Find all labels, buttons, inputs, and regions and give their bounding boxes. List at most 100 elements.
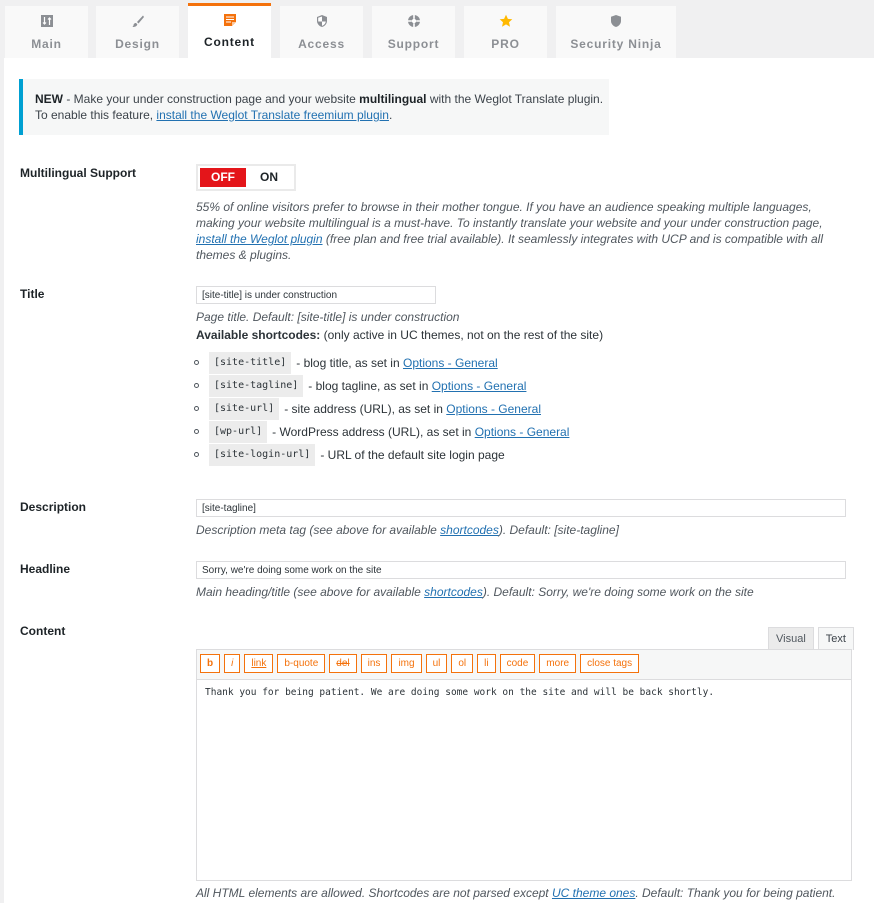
bullet-icon	[194, 452, 199, 457]
shield-solid-icon	[556, 14, 676, 30]
toggle-on-option[interactable]: ON	[246, 168, 292, 187]
multilingual-support-label: Multilingual Support	[20, 166, 136, 180]
lifebuoy-icon	[372, 14, 455, 30]
tab-support[interactable]: Support	[372, 6, 455, 58]
qt-bold-button[interactable]: b	[200, 654, 221, 673]
uc-theme-ones-link[interactable]: UC theme ones	[552, 886, 635, 900]
headline-label: Headline	[20, 562, 71, 576]
shortcodes-heading: Available shortcodes: (only active in UC…	[196, 328, 603, 342]
qt-img-button[interactable]: img	[391, 654, 422, 673]
shortcode-text: - blog title, as set in	[296, 355, 400, 370]
title-label: Title	[20, 287, 45, 301]
tab-pro[interactable]: PRO	[464, 6, 547, 58]
description-help: Description meta tag (see above for avai…	[196, 522, 619, 538]
description-label: Description	[20, 500, 87, 514]
shortcode-item: [site-tagline] - blog tagline, as set in…	[194, 374, 569, 397]
qt-more-button[interactable]: more	[539, 654, 577, 673]
shortcodes-label: Available shortcodes:	[196, 328, 321, 342]
tab-design[interactable]: Design	[96, 6, 179, 58]
desc-text: ). Default: Sorry, we're doing some work…	[482, 585, 754, 599]
shortcode-text: - site address (URL), as set in	[284, 401, 443, 416]
tab-label: Access	[298, 37, 345, 51]
bullet-icon	[194, 406, 199, 411]
content-help: All HTML elements are allowed. Shortcode…	[196, 885, 835, 901]
shortcode-code: [site-title]	[209, 351, 292, 374]
shortcode-code: [wp-url]	[209, 420, 268, 443]
qt-del-button[interactable]: del	[329, 654, 357, 673]
tab-main[interactable]: Main	[5, 6, 88, 58]
notice-text: .	[388, 108, 393, 122]
shortcode-text: - URL of the default site login page	[320, 447, 505, 462]
toggle-off-option[interactable]: OFF	[200, 168, 246, 187]
headline-help: Main heading/title (see above for availa…	[196, 584, 754, 600]
options-general-link[interactable]: Options - General	[403, 354, 498, 372]
options-general-link[interactable]: Options - General	[475, 423, 570, 441]
tab-security-ninja[interactable]: Security Ninja	[556, 6, 676, 58]
quicktags-toolbar: b i link b-quote del ins img ul ol li co…	[197, 650, 851, 680]
editor-tab-text[interactable]: Text	[817, 627, 854, 650]
editor-mode-tabs: Visual Text	[768, 627, 854, 650]
tab-access[interactable]: Access	[280, 6, 363, 58]
shortcode-item: [site-title] - blog title, as set in Opt…	[194, 351, 569, 374]
shortcode-code: [site-url]	[209, 397, 280, 420]
tab-content[interactable]: Content	[188, 3, 271, 58]
paintbrush-icon	[96, 14, 179, 30]
shortcode-item: [wp-url] - WordPress address (URL), as s…	[194, 420, 569, 443]
qt-blockquote-button[interactable]: b-quote	[277, 654, 326, 673]
shortcodes-link[interactable]: shortcodes	[424, 585, 483, 599]
qt-code-button[interactable]: code	[499, 654, 536, 673]
headline-input[interactable]	[196, 561, 846, 579]
settings-tabs: Main Design Content Access Support PRO S…	[0, 0, 874, 58]
shortcodes-note: (only active in UC themes, not on the re…	[320, 328, 604, 342]
tab-label: Support	[387, 37, 440, 51]
tab-label: Security Ninja	[570, 37, 662, 51]
multilingual-description: 55% of online visitors prefer to browse …	[196, 199, 846, 263]
tab-label: PRO	[491, 37, 520, 51]
notice-text: To enable this feature,	[35, 108, 157, 122]
document-icon	[188, 13, 271, 29]
desc-text: Main heading/title (see above for availa…	[196, 585, 425, 599]
title-input[interactable]	[196, 286, 436, 304]
description-input[interactable]	[196, 499, 846, 517]
notice-bold-word: multilingual	[359, 92, 427, 106]
qt-li-button[interactable]: li	[477, 654, 496, 673]
qt-link-button[interactable]: link	[244, 654, 274, 673]
options-general-link[interactable]: Options - General	[446, 400, 541, 418]
content-textarea[interactable]: Thank you for being patient. We are doin…	[197, 680, 851, 879]
notice-text: with the Weglot Translate plugin.	[426, 92, 604, 106]
tab-label: Design	[115, 37, 160, 51]
shortcode-item: [site-url] - site address (URL), as set …	[194, 397, 569, 420]
shortcode-text: - WordPress address (URL), as set in	[272, 424, 472, 439]
options-general-link[interactable]: Options - General	[432, 377, 527, 395]
title-description: Page title. Default: [site-title] is und…	[196, 310, 460, 324]
multilingual-toggle[interactable]: OFF ON	[196, 164, 296, 191]
shortcode-text: - blog tagline, as set in	[308, 378, 429, 393]
qt-ol-button[interactable]: ol	[451, 654, 474, 673]
content-label: Content	[20, 624, 66, 638]
content-settings-panel: NEW - Make your under construction page …	[4, 58, 874, 903]
notice-text: - Make your under construction page and …	[63, 92, 360, 106]
bullet-icon	[194, 429, 199, 434]
shortcode-code: [site-tagline]	[209, 374, 304, 397]
sliders-icon	[5, 14, 88, 30]
shortcodes-list: [site-title] - blog title, as set in Opt…	[194, 351, 569, 466]
desc-text: Description meta tag (see above for avai…	[196, 523, 441, 537]
star-icon	[464, 14, 547, 30]
tab-label: Main	[31, 37, 62, 51]
bullet-icon	[194, 383, 199, 388]
desc-text: . Default: Thank you for being patient.	[635, 886, 836, 900]
qt-close-tags-button[interactable]: close tags	[580, 654, 640, 673]
shortcodes-link[interactable]: shortcodes	[440, 523, 499, 537]
qt-ul-button[interactable]: ul	[425, 654, 448, 673]
install-weglot-plugin-link[interactable]: install the Weglot plugin	[196, 232, 323, 246]
desc-text: 55% of online visitors prefer to browse …	[196, 200, 823, 230]
shortcode-code: [site-login-url]	[209, 443, 316, 466]
weglot-notice: NEW - Make your under construction page …	[19, 79, 609, 135]
qt-italic-button[interactable]: i	[224, 654, 241, 673]
shortcode-item: [site-login-url] - URL of the default si…	[194, 443, 569, 466]
install-weglot-freemium-link[interactable]: install the Weglot Translate freemium pl…	[156, 108, 389, 122]
qt-ins-button[interactable]: ins	[360, 654, 388, 673]
content-editor: b i link b-quote del ins img ul ol li co…	[196, 649, 852, 881]
tab-label: Content	[204, 35, 255, 49]
editor-tab-visual[interactable]: Visual	[768, 627, 814, 650]
